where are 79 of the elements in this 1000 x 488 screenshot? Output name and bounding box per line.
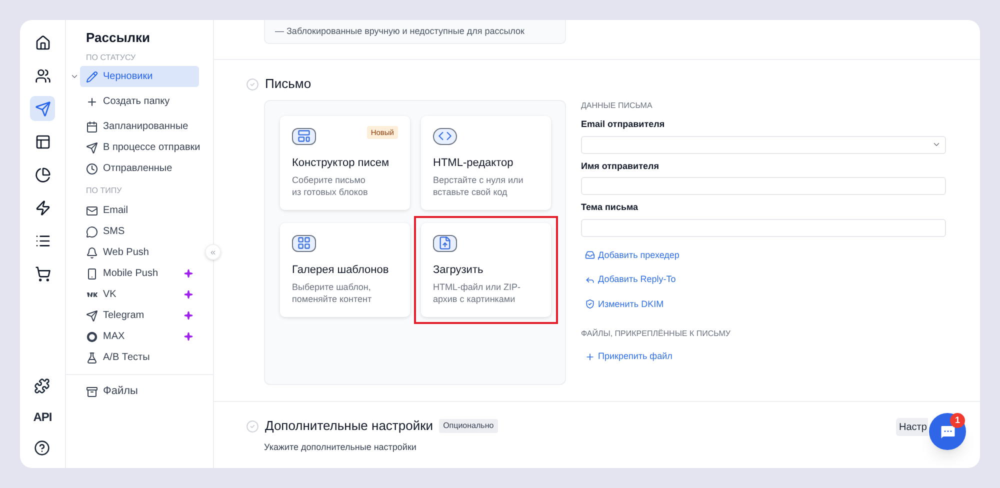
send-icon: [86, 310, 98, 322]
card-title: Галерея шаблонов: [292, 262, 390, 278]
plus-icon: [585, 352, 595, 362]
card-description: Выберите шаблон, поменяйте контент: [292, 281, 373, 305]
puzzle-icon[interactable]: [34, 378, 50, 394]
list-icon: [34, 232, 50, 248]
help-icon[interactable]: [34, 440, 50, 456]
optional-badge: Опционально: [439, 419, 498, 433]
sidebar-item[interactable]: В процессе отправки: [80, 137, 199, 158]
shield-icon: [585, 299, 595, 310]
cart-icon: [34, 266, 50, 282]
file-upload-icon: [438, 236, 452, 250]
sidebar-item[interactable]: Запланированные: [80, 116, 199, 137]
sidebar-item[interactable]: Web Push: [80, 242, 199, 263]
sidebar-item[interactable]: Mobile Push: [80, 263, 199, 284]
calendar-icon: [86, 120, 98, 132]
card-title: Загрузить: [433, 262, 484, 278]
layout-icon: [34, 134, 50, 150]
pie-chart-icon: [34, 166, 50, 182]
archive-icon: [86, 386, 98, 398]
sidebar-item[interactable]: Email: [80, 200, 199, 221]
action-link[interactable]: Добавить прехедер: [585, 248, 946, 262]
option-card[interactable]: Загрузить HTML-файл или ZIP- архив с картинками: [421, 223, 551, 317]
bell-icon: [86, 246, 98, 258]
section-title: Письмо: [265, 75, 312, 94]
section-heading: ПО ТИПУ: [85, 185, 123, 197]
send-icon: [34, 100, 50, 116]
card-title: Конструктор писем: [292, 156, 390, 170]
sidebar-item[interactable]: MAX: [80, 326, 199, 347]
settings-button[interactable]: Настр: [896, 418, 928, 436]
clock-icon: [86, 162, 98, 174]
chevron-down-icon: [932, 140, 941, 149]
sidebar-title: Рассылки: [85, 30, 152, 46]
api-link[interactable]: API: [33, 408, 52, 426]
field-label: Имя отправителя: [581, 160, 660, 173]
input-field[interactable]: [581, 218, 946, 236]
option-card[interactable]: Галерея шаблонов Выберите шаблон, поменяйте контент: [280, 223, 410, 317]
users-icon: [34, 68, 50, 84]
phone-icon: [86, 268, 98, 280]
card-description: Верстайте с нуля или вставьте свой код: [433, 174, 524, 198]
form-heading: ДАННЫЕ ПИСЬМА: [581, 100, 654, 112]
create-folder-button[interactable]: Создать папку: [80, 91, 199, 112]
reply-icon: [585, 274, 595, 285]
select-field[interactable]: [581, 136, 946, 154]
action-link[interactable]: Добавить Reply-To: [585, 273, 946, 286]
option-card[interactable]: HTML-редактор Верстайте с нуля или вставьте свой код: [421, 116, 551, 210]
action-link[interactable]: Изменить DKIM: [585, 298, 946, 311]
sidebar-item[interactable]: Telegram: [80, 305, 199, 326]
field-label: Тема письма: [581, 201, 640, 214]
grid-icon: [297, 236, 311, 250]
field-label: Email отправителя: [581, 118, 666, 131]
sidebar-item[interactable]: VK: [80, 284, 199, 305]
sidebar-item[interactable]: Отправленные: [80, 158, 199, 179]
card-description: Соберите письмо из готовых блоков: [292, 174, 369, 198]
plus-icon: [86, 96, 98, 108]
sidebar-item[interactable]: Черновики: [80, 66, 199, 87]
mail-icon: [86, 204, 98, 216]
card-title: HTML-редактор: [433, 156, 514, 170]
files-heading: ФАЙЛЫ, ПРИКРЕПЛЁННЫЕ К ПИСЬМУ: [581, 328, 732, 340]
input-field[interactable]: [581, 177, 946, 195]
home-icon: [34, 34, 50, 50]
send-icon: [86, 142, 98, 154]
expand-chevron-icon[interactable]: [70, 72, 79, 81]
layout-icon: [297, 129, 311, 144]
ring-icon: [86, 330, 98, 342]
section-title: Дополнительные настройки: [265, 417, 434, 436]
sidebar-item[interactable]: Файлы: [80, 381, 199, 402]
section-hint: Укажите дополнительные настройки: [264, 441, 418, 454]
chat-bubble-icon: [86, 226, 98, 238]
attach-file-link[interactable]: Прикрепить файл: [581, 350, 946, 364]
lightning-icon: [34, 200, 50, 216]
flask-icon: [86, 352, 98, 364]
section-heading: ПО СТАТУСУ: [85, 52, 137, 64]
pencil-icon: [86, 70, 98, 82]
card-description: HTML-файл или ZIP- архив с картинками: [433, 281, 522, 305]
sidebar-item[interactable]: A/B Тесты: [80, 347, 199, 368]
sidebar-item[interactable]: SMS: [80, 221, 199, 242]
inbox-icon: [585, 250, 595, 260]
info-text: — Заблокированные вручную и недоступные для рассылок: [275, 24, 524, 38]
